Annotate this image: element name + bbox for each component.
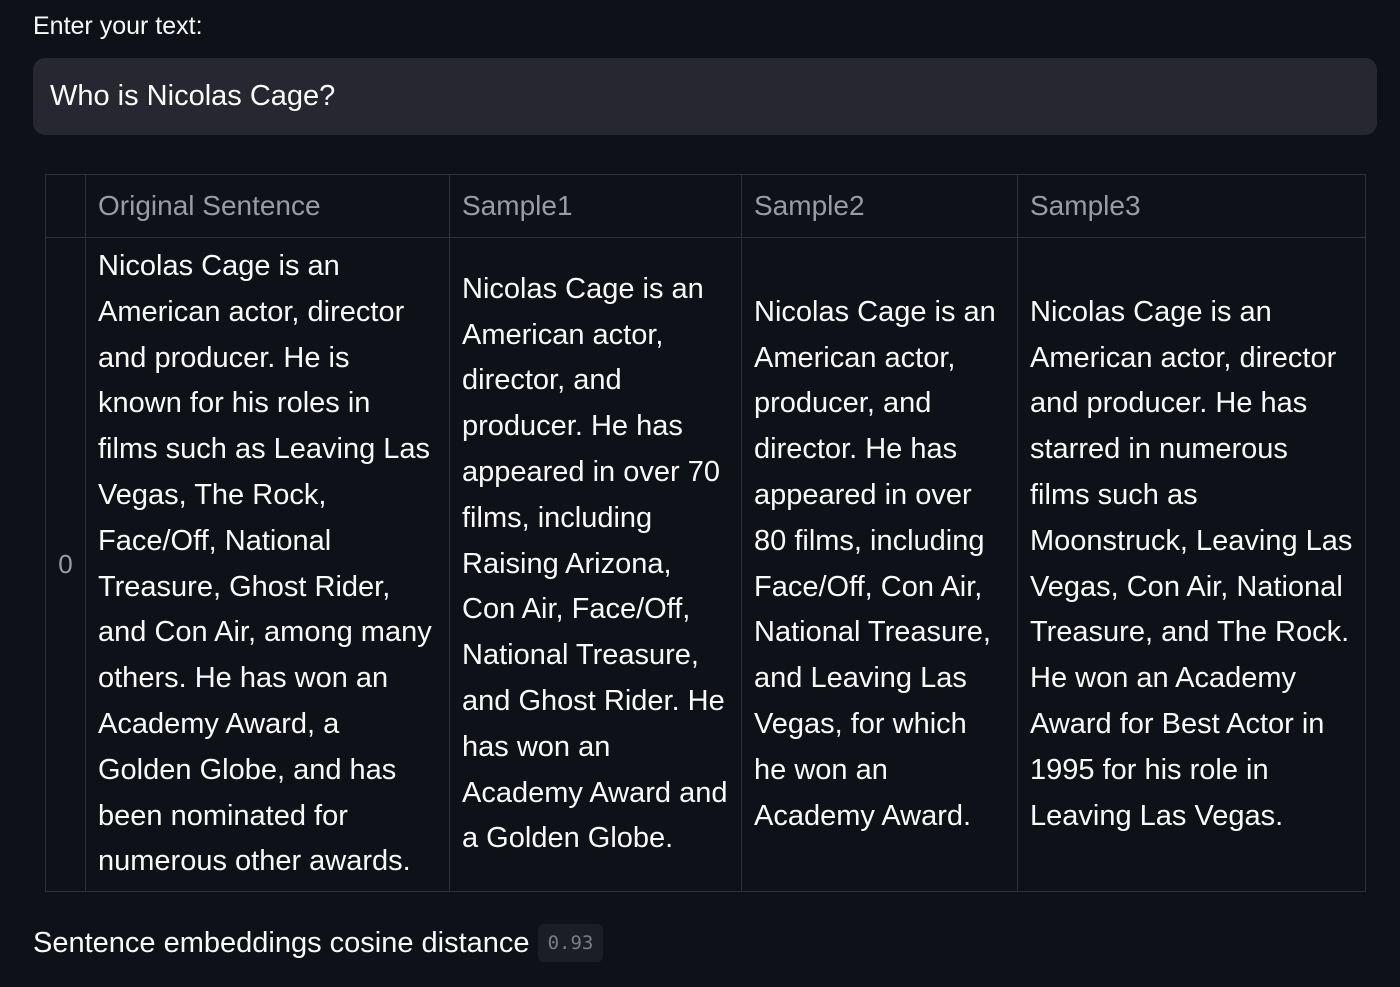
column-header-sample2[interactable]: Sample2 [741, 174, 1018, 238]
column-header-sample3[interactable]: Sample3 [1017, 174, 1366, 238]
text-input[interactable]: Who is Nicolas Cage? [33, 58, 1377, 135]
cell-original-sentence: Nicolas Cage is an American actor, direc… [85, 236, 450, 893]
text-input-label: Enter your text: [33, 12, 203, 40]
column-header-original-sentence[interactable]: Original Sentence [85, 174, 450, 238]
cosine-distance-result: Sentence embeddings cosine distance 0.93 [33, 924, 604, 962]
cell-sample3: Nicolas Cage is an American actor, direc… [1017, 236, 1366, 893]
cell-sample2: Nicolas Cage is an American actor, produ… [741, 236, 1018, 893]
row-index: 0 [45, 236, 86, 893]
text-input-value: Who is Nicolas Cage? [50, 80, 336, 112]
column-header-sample1[interactable]: Sample1 [449, 174, 742, 238]
cosine-distance-value: 0.93 [537, 924, 604, 962]
table-header-row: Original Sentence Sample1 Sample2 Sample… [45, 174, 1366, 238]
table-row: 0 Nicolas Cage is an American actor, dir… [45, 236, 1366, 893]
results-table: Original Sentence Sample1 Sample2 Sample… [45, 174, 1366, 893]
cell-sample1: Nicolas Cage is an American actor, direc… [449, 236, 742, 893]
column-header-index[interactable] [45, 174, 86, 238]
cosine-distance-label: Sentence embeddings cosine distance [33, 926, 530, 959]
